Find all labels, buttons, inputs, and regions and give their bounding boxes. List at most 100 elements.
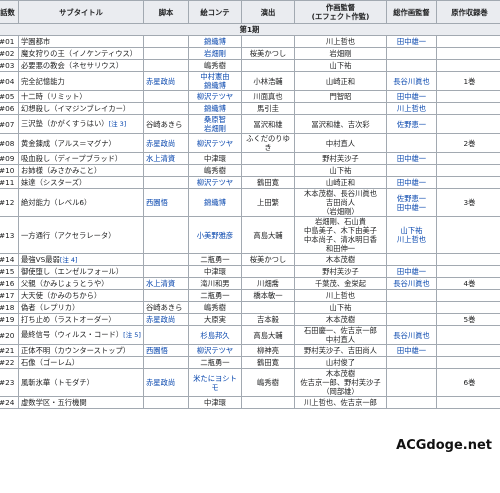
cell-script[interactable]: 西園悟 [143, 188, 189, 217]
cell-script[interactable]: 赤星政尚 [143, 71, 189, 91]
cell-sou[interactable]: 山下祐 川上哲也 [386, 216, 437, 254]
cell-storyboard[interactable]: 錦織博 [188, 35, 242, 48]
cell-storyboard[interactable]: 中村憲由 錦織博 [188, 71, 242, 91]
cell-storyboard[interactable]: 錦織博 [188, 188, 242, 217]
cell-storyboard[interactable]: 中津環 [188, 152, 242, 165]
cell-storyboard[interactable]: 二瓶勇一 [188, 289, 242, 302]
cell-sou[interactable]: 長谷川眞也 [386, 325, 437, 345]
cell-sakkan[interactable]: 千葉茂、金栄起 [294, 277, 387, 290]
cell-sakkan[interactable]: 木本茂樹 [294, 253, 387, 266]
cell-script[interactable]: 水上清資 [143, 152, 189, 165]
cell-direction[interactable]: 鶴田寛 [241, 356, 295, 369]
cell-sou[interactable]: 田中雄一 [386, 152, 437, 165]
cell-storyboard[interactable]: 柳沢テツヤ [188, 344, 242, 357]
cell-direction[interactable]: 桜美かつし [241, 47, 295, 60]
cell-script [143, 90, 189, 103]
cell-sakkan[interactable]: 山下祐 [294, 301, 387, 314]
cell-vol [436, 102, 500, 115]
cell-script[interactable]: 西園悟 [143, 344, 189, 357]
cell-sakkan[interactable]: 木本茂樹 佐吉京一郎、野村芙沙子 （岡部雄） [294, 368, 387, 397]
cell-sakkan[interactable]: 木本茂樹、長谷川眞也 吉田尚人 （岩畑剛） [294, 188, 387, 217]
cell-storyboard[interactable]: 柳沢テツヤ [188, 176, 242, 189]
cell-storyboard[interactable]: 嶋秀樹 [188, 164, 242, 177]
cell-storyboard[interactable]: 二瓶勇一 [188, 253, 242, 266]
cell-sakkan[interactable]: 野村芙沙子 [294, 152, 387, 165]
cell-direction[interactable]: 冨沢和雄 [241, 114, 295, 134]
cell-sou[interactable]: 田中雄一 [386, 35, 437, 48]
cell-sakkan[interactable]: 山下祐 [294, 59, 387, 72]
cell-sakkan[interactable]: 山下祐 [294, 164, 387, 177]
cell-direction[interactable]: 川面真也 [241, 90, 295, 103]
cell-script[interactable]: 赤星政尚 [143, 133, 189, 153]
cell-sakkan[interactable]: 川上哲也 [294, 289, 387, 302]
cell-sou[interactable]: 佐野恵一 [386, 114, 437, 134]
cell-storyboard[interactable]: 大原実 [188, 313, 242, 326]
cell-direction[interactable]: 高島大輔 [241, 216, 295, 254]
cell-sakkan[interactable]: 野村芙沙子、吉田尚人 [294, 344, 387, 357]
cell-title: 正体不明（カウンターストップ） [18, 344, 144, 357]
cell-sakkan[interactable]: 岩畑剛 [294, 47, 387, 60]
cell-direction[interactable]: 川畑喬 [241, 277, 295, 290]
cell-storyboard[interactable]: 柳沢テツヤ [188, 90, 242, 103]
cell-script[interactable]: 赤星政尚 [143, 368, 189, 397]
cell-storyboard[interactable]: 中津環 [188, 396, 242, 409]
cell-storyboard[interactable]: 滝川和男 [188, 277, 242, 290]
cell-sakkan[interactable]: 中村直人 [294, 133, 387, 153]
cell-sakkan[interactable]: 門智昭 [294, 90, 387, 103]
cell-sou[interactable]: 長谷川眞也 [386, 71, 437, 91]
footnote-link[interactable]: [注 5] [123, 331, 141, 339]
cell-storyboard[interactable]: 杉島邦久 [188, 325, 242, 345]
cell-direction[interactable]: 鶴田寛 [241, 176, 295, 189]
footnote-link[interactable]: [注 4] [60, 256, 78, 264]
cell-sou[interactable]: 長谷川眞也 [386, 277, 437, 290]
cell-sakkan[interactable]: 岩畑剛、石山貴 中島美子、木下由美子 中本尚子、清水明日香 和田伸一 [294, 216, 387, 254]
cell-sou[interactable]: 川上哲也 [386, 102, 437, 115]
cell-script[interactable]: 水上清資 [143, 277, 189, 290]
cell-ep: #16 [0, 277, 19, 290]
cell-storyboard[interactable]: 二瓶勇一 [188, 356, 242, 369]
cell-storyboard[interactable]: 柳沢テツヤ [188, 133, 242, 153]
cell-storyboard[interactable]: 小美野雅彦 [188, 216, 242, 254]
cell-storyboard[interactable]: 桑原智 岩畑剛 [188, 114, 242, 134]
cell-sou[interactable]: 田中雄一 [386, 265, 437, 278]
cell-sakkan[interactable]: 川上哲也 [294, 35, 387, 48]
cell-sakkan[interactable]: 山崎正和 [294, 71, 387, 91]
cell-storyboard[interactable]: 錦織博 [188, 102, 242, 115]
cell-sakkan[interactable]: 石田慶一、佐吉京一郎 中村直人 [294, 325, 387, 345]
cell-script[interactable]: 谷崎あきら [143, 114, 189, 134]
cell-direction[interactable]: 吉本毅 [241, 313, 295, 326]
cell-ep: #12 [0, 188, 19, 217]
cell-script[interactable]: 赤星政尚 [143, 313, 189, 326]
cell-storyboard[interactable]: 米たにヨシトモ [188, 368, 242, 397]
section-row: 第1期 [0, 23, 500, 36]
cell-direction[interactable]: 馬引圭 [241, 102, 295, 115]
cell-direction[interactable]: 小林浩輔 [241, 71, 295, 91]
cell-sou[interactable]: 田中雄一 [386, 176, 437, 189]
cell-direction[interactable]: ふくだのりゆき [241, 133, 295, 153]
cell-direction[interactable]: 高島大輔 [241, 325, 295, 345]
cell-direction[interactable]: 桜美かつし [241, 253, 295, 266]
cell-sou[interactable]: 田中雄一 [386, 90, 437, 103]
cell-storyboard[interactable]: 中津環 [188, 265, 242, 278]
cell-script [143, 289, 189, 302]
cell-sakkan[interactable]: 川上哲也、佐吉京一郎 [294, 396, 387, 409]
cell-storyboard[interactable]: 岩畑剛 [188, 47, 242, 60]
cell-sou[interactable]: 田中雄一 [386, 344, 437, 357]
cell-sakkan[interactable]: 野村芙沙子 [294, 265, 387, 278]
episode-row: #07 三沢塾（かがくすうはい）[注 3] 谷崎あきら 桑原智 岩畑剛 冨沢和雄 冨沢和雄… [0, 114, 500, 134]
cell-sakkan[interactable]: 木本茂樹 [294, 313, 387, 326]
footnote-link[interactable]: [注 3] [109, 120, 127, 128]
cell-direction[interactable]: 嶋秀樹 [241, 368, 295, 397]
cell-sakkan[interactable]: 山崎正和 [294, 176, 387, 189]
episode-row: #17 大天使（かみのちから） 二瓶勇一 橋本敏一 川上哲也 [0, 289, 500, 302]
cell-direction[interactable]: 柳神亮 [241, 344, 295, 357]
cell-sakkan[interactable]: 山村俊了 [294, 356, 387, 369]
cell-direction[interactable]: 上田繁 [241, 188, 295, 217]
cell-storyboard[interactable]: 嶋秀樹 [188, 301, 242, 314]
header-subtitle: サブタイトル [18, 0, 144, 24]
cell-direction[interactable]: 橋本敏一 [241, 289, 295, 302]
cell-sakkan[interactable]: 冨沢和雄、吉次彩 [294, 114, 387, 134]
cell-storyboard[interactable]: 嶋秀樹 [188, 59, 242, 72]
cell-script[interactable]: 谷崎あきら [143, 301, 189, 314]
cell-sou[interactable]: 佐野恵一 田中雄一 [386, 188, 437, 217]
